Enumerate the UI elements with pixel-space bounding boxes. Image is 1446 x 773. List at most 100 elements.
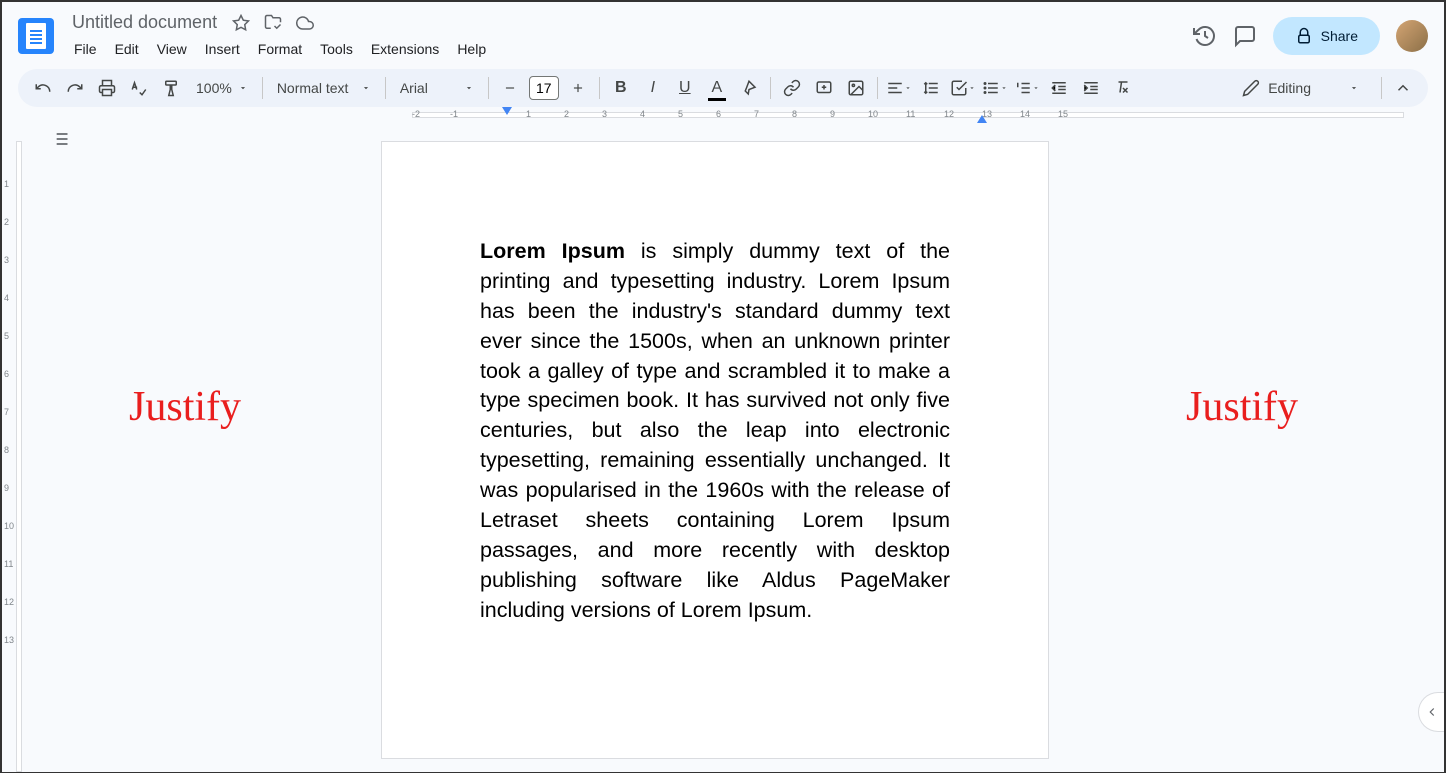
ruler-h-tick: -1 bbox=[450, 109, 458, 119]
zoom-value: 100% bbox=[196, 80, 232, 96]
menu-format[interactable]: Format bbox=[250, 37, 310, 61]
separator bbox=[599, 77, 600, 99]
increase-indent-button[interactable] bbox=[1076, 73, 1106, 103]
zoom-dropdown[interactable]: 100% bbox=[188, 76, 256, 100]
history-icon[interactable] bbox=[1193, 24, 1217, 48]
ruler-v-tick: 5 bbox=[4, 331, 9, 341]
spellcheck-button[interactable] bbox=[124, 73, 154, 103]
line-spacing-dropdown[interactable] bbox=[916, 73, 946, 103]
ruler-indent-marker[interactable] bbox=[502, 107, 512, 115]
text-color-button[interactable]: A bbox=[702, 73, 732, 103]
title-icons bbox=[231, 13, 315, 33]
ruler-v-tick: 13 bbox=[4, 635, 14, 645]
menu-insert[interactable]: Insert bbox=[197, 37, 248, 61]
title-row: Untitled document bbox=[66, 10, 1193, 35]
insert-image-button[interactable] bbox=[841, 73, 871, 103]
chevron-down-icon bbox=[464, 83, 474, 93]
menu-file[interactable]: File bbox=[66, 37, 105, 61]
move-icon[interactable] bbox=[263, 13, 283, 33]
body-text: is simply dummy text of the printing and… bbox=[480, 239, 950, 622]
menu-help[interactable]: Help bbox=[449, 37, 494, 61]
paint-format-button[interactable] bbox=[156, 73, 186, 103]
clear-formatting-button[interactable] bbox=[1108, 73, 1138, 103]
ruler-h-tick: 13 bbox=[982, 109, 992, 119]
print-button[interactable] bbox=[92, 73, 122, 103]
annotation-right: Justify bbox=[1186, 383, 1298, 431]
menu-bar: File Edit View Insert Format Tools Exten… bbox=[66, 37, 1193, 61]
side-panel-toggle[interactable] bbox=[1418, 692, 1444, 732]
italic-button[interactable]: I bbox=[638, 73, 668, 103]
annotation-left: Justify bbox=[129, 383, 241, 431]
menu-tools[interactable]: Tools bbox=[312, 37, 361, 61]
comments-icon[interactable] bbox=[1233, 24, 1257, 48]
editing-mode-dropdown[interactable]: Editing bbox=[1228, 73, 1373, 103]
ruler-h-tick: 10 bbox=[868, 109, 878, 119]
workspace: 12345678910111213 Lorem Ipsum is simply … bbox=[2, 123, 1444, 772]
bold-lead: Lorem Ipsum bbox=[480, 239, 625, 263]
ruler-h-tick: 6 bbox=[716, 109, 721, 119]
redo-button[interactable] bbox=[60, 73, 90, 103]
font-size-group bbox=[495, 73, 593, 103]
ruler-h-tick: 14 bbox=[1020, 109, 1030, 119]
separator bbox=[1381, 77, 1382, 99]
ruler-v-tick: 10 bbox=[4, 521, 14, 531]
ruler-h-tick: 15 bbox=[1058, 109, 1068, 119]
ruler-h-tick: 7 bbox=[754, 109, 759, 119]
numbered-list-dropdown[interactable] bbox=[1012, 73, 1042, 103]
align-dropdown[interactable] bbox=[884, 73, 914, 103]
document-body-text[interactable]: Lorem Ipsum is simply dummy text of the … bbox=[480, 237, 950, 625]
font-dropdown[interactable]: Arial bbox=[392, 76, 482, 100]
highlight-button[interactable] bbox=[734, 73, 764, 103]
separator bbox=[262, 77, 263, 99]
separator bbox=[770, 77, 771, 99]
app-header: Untitled document File Edit View Insert … bbox=[2, 2, 1444, 69]
document-title[interactable]: Untitled document bbox=[66, 10, 223, 35]
menu-edit[interactable]: Edit bbox=[107, 37, 147, 61]
docs-logo-icon[interactable] bbox=[18, 18, 54, 54]
ruler-v-tick: 11 bbox=[4, 559, 13, 569]
chevron-down-icon bbox=[1349, 83, 1359, 93]
star-icon[interactable] bbox=[231, 13, 251, 33]
menu-view[interactable]: View bbox=[149, 37, 195, 61]
ruler-v-tick: 2 bbox=[4, 217, 9, 227]
ruler-h-tick: 5 bbox=[678, 109, 683, 119]
vertical-ruler[interactable]: 12345678910111213 bbox=[2, 123, 34, 772]
collapse-toolbar-button[interactable] bbox=[1388, 73, 1418, 103]
add-comment-button[interactable] bbox=[809, 73, 839, 103]
increase-font-button[interactable] bbox=[563, 73, 593, 103]
checklist-dropdown[interactable] bbox=[948, 73, 978, 103]
title-area: Untitled document File Edit View Insert … bbox=[66, 10, 1193, 61]
chevron-down-icon bbox=[361, 83, 371, 93]
bullet-list-dropdown[interactable] bbox=[980, 73, 1010, 103]
decrease-font-button[interactable] bbox=[495, 73, 525, 103]
share-button[interactable]: Share bbox=[1273, 17, 1380, 55]
ruler-v-tick: 3 bbox=[4, 255, 9, 265]
paragraph-style-dropdown[interactable]: Normal text bbox=[269, 76, 379, 100]
ruler-h-tick: 9 bbox=[830, 109, 835, 119]
header-right: Share bbox=[1193, 17, 1428, 55]
ruler-h-tick: 3 bbox=[602, 109, 607, 119]
toolbar: 100% Normal text Arial B I U A Editing bbox=[18, 69, 1428, 107]
cloud-status-icon[interactable] bbox=[295, 13, 315, 33]
font-size-input[interactable] bbox=[529, 76, 559, 100]
ruler-h-tick: 2 bbox=[564, 109, 569, 119]
ruler-h-tick: 1 bbox=[526, 109, 531, 119]
undo-button[interactable] bbox=[28, 73, 58, 103]
ruler-v-tick: 4 bbox=[4, 293, 9, 303]
decrease-indent-button[interactable] bbox=[1044, 73, 1074, 103]
ruler-v-tick: 8 bbox=[4, 445, 9, 455]
menu-extensions[interactable]: Extensions bbox=[363, 37, 447, 61]
avatar[interactable] bbox=[1396, 20, 1428, 52]
bold-button[interactable]: B bbox=[606, 73, 636, 103]
ruler-h-tick: 11 bbox=[906, 109, 915, 119]
underline-button[interactable]: U bbox=[670, 73, 700, 103]
insert-link-button[interactable] bbox=[777, 73, 807, 103]
share-label: Share bbox=[1321, 28, 1358, 44]
ruler-h-tick: 8 bbox=[792, 109, 797, 119]
outline-toggle-button[interactable] bbox=[46, 125, 74, 153]
style-value: Normal text bbox=[277, 80, 349, 96]
separator bbox=[385, 77, 386, 99]
document-page[interactable]: Lorem Ipsum is simply dummy text of the … bbox=[381, 141, 1049, 759]
horizontal-ruler[interactable]: -2-1123456789101112131415 bbox=[34, 107, 1444, 123]
font-value: Arial bbox=[400, 80, 428, 96]
